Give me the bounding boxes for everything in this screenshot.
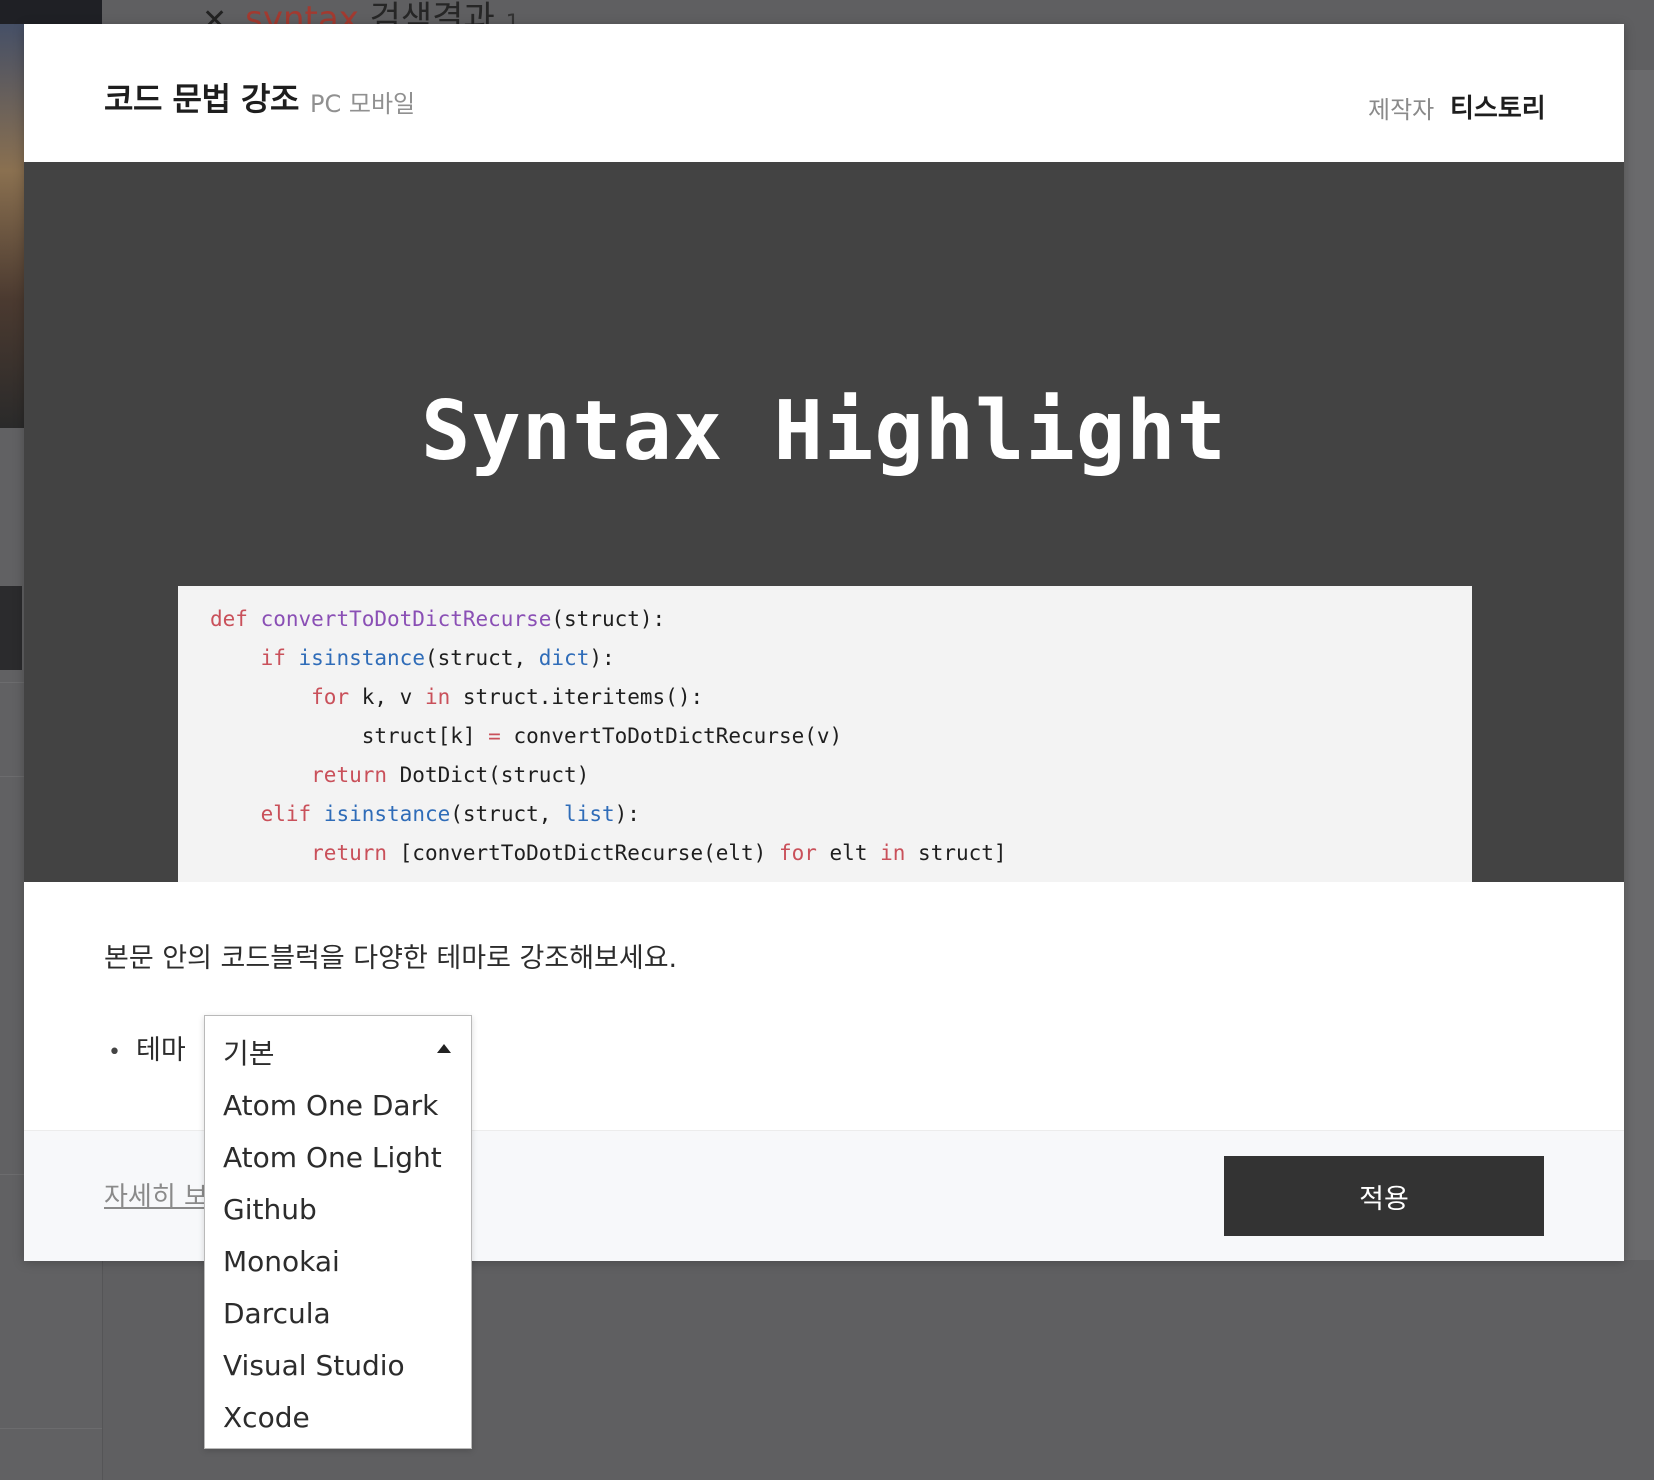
modal-header: 코드 문법 강조 PC 모바일 제작자 티스토리 [24, 24, 1624, 162]
code-line: return DotDict(struct) [311, 763, 590, 787]
theme-option[interactable]: Atom One Light [205, 1132, 471, 1184]
code-line: struct[k] = convertToDotDictRecurse(v) [361, 724, 843, 748]
theme-select-current[interactable]: 기본 [205, 1016, 471, 1080]
bullet-icon: • [108, 1040, 121, 1065]
background-search-header: ✕ syntax 검색결과 1 [202, 0, 520, 24]
code-line: return [convertToDotDictRecurse(elt) for… [311, 841, 1007, 865]
apply-button[interactable]: 적용 [1224, 1156, 1544, 1236]
search-count: 1 [505, 11, 520, 24]
code-line: elif isinstance(struct, list): [260, 802, 640, 826]
theme-option[interactable]: Visual Studio [205, 1340, 471, 1392]
plugin-description: 본문 안의 코드블럭을 다양한 테마로 강조해보세요. [104, 943, 678, 974]
theme-label: 테마 [136, 1035, 186, 1066]
background-divider [0, 1428, 102, 1429]
preview-hero: Syntax Highlight def convertToDotDictRec… [24, 162, 1624, 882]
theme-option[interactable]: Darcula [205, 1288, 471, 1340]
code-line: for k, v in struct.iteritems(): [311, 685, 704, 709]
preview-title: Syntax Highlight [421, 384, 1227, 479]
background-image [0, 0, 26, 428]
code-line: if isinstance(struct, dict): [260, 646, 615, 670]
theme-option[interactable]: Monokai [205, 1236, 471, 1288]
modal-title: 코드 문법 강조 [104, 80, 299, 118]
search-suffix: 검색결과 [358, 0, 495, 24]
theme-select[interactable]: 기본 Atom One Dark Atom One Light Github Mono… [204, 1015, 472, 1449]
background-top-strip [0, 0, 102, 24]
search-keyword: syntax [245, 0, 359, 24]
theme-options-list: Atom One Dark Atom One Light Github Monokai… [205, 1080, 471, 1444]
background-tab [0, 586, 22, 670]
background-right-panel [1624, 70, 1654, 1260]
code-preview: def convertToDotDictRecurse(struct): if … [178, 586, 1472, 882]
theme-option[interactable]: Xcode [205, 1392, 471, 1444]
theme-option[interactable]: Github [205, 1184, 471, 1236]
modal-subtitle: PC 모바일 [310, 90, 416, 118]
author-name: 티스토리 [1450, 94, 1546, 124]
theme-option[interactable]: Atom One Dark [205, 1080, 471, 1132]
code-line: def convertToDotDictRecurse(struct): [210, 607, 666, 631]
theme-select-value: 기본 [223, 1037, 275, 1070]
close-icon: ✕ [202, 3, 228, 24]
caret-up-icon [437, 1044, 451, 1053]
author-label: 제작자 [1368, 96, 1435, 124]
